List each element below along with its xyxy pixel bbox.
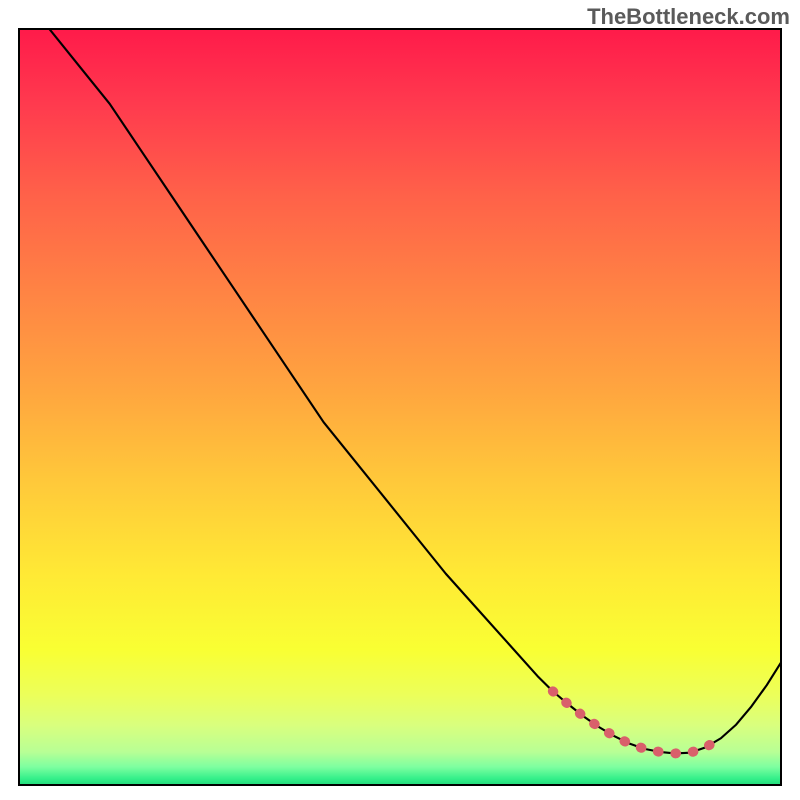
watermark-text: TheBottleneck.com bbox=[587, 4, 790, 30]
plot-area bbox=[18, 28, 782, 786]
chart-container: TheBottleneck.com bbox=[0, 0, 800, 800]
bottleneck-curve bbox=[49, 28, 782, 753]
curve-layer bbox=[18, 28, 782, 786]
optimal-range-marker bbox=[553, 691, 721, 753]
